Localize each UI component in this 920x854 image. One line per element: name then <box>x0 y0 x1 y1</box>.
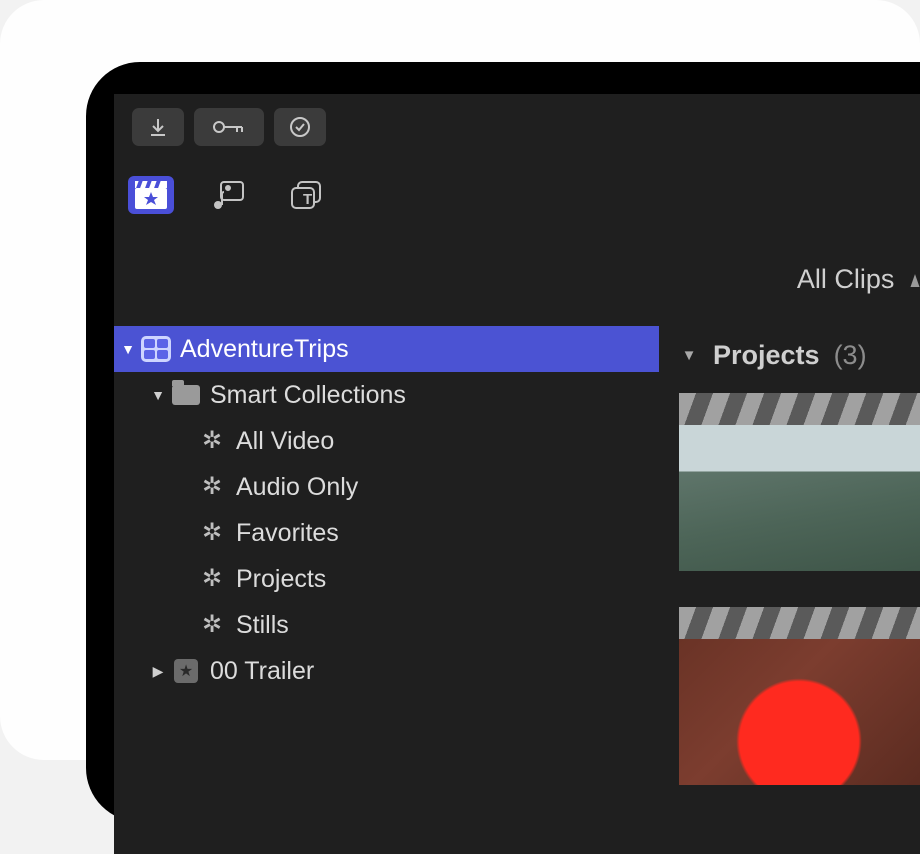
smart-collection-label: Favorites <box>230 519 339 548</box>
gear-icon: ✲ <box>194 429 230 453</box>
gear-icon: ✲ <box>194 475 230 499</box>
event-name-label: 00 Trailer <box>204 657 314 686</box>
background-tasks-button[interactable] <box>274 108 326 146</box>
sidebar-mode-row: T <box>114 146 920 230</box>
disclosure-triangle-icon[interactable]: ▼ <box>679 347 699 364</box>
library-mode-button[interactable] <box>128 176 174 214</box>
title-toolbar <box>114 94 920 146</box>
titles-icon: T <box>289 179 325 211</box>
event-icon: ★ <box>168 659 204 683</box>
smart-collection-row[interactable]: ✲ Audio Only <box>114 464 659 510</box>
gear-icon: ✲ <box>194 521 230 545</box>
smart-collection-row[interactable]: ✲ All Video <box>114 418 659 464</box>
media-note-icon <box>211 179 247 211</box>
project-thumbnail <box>679 425 920 571</box>
disclosure-triangle-icon[interactable]: ▼ <box>148 387 168 403</box>
svg-text:T: T <box>303 191 312 208</box>
smart-collection-row[interactable]: ✲ Favorites <box>114 510 659 556</box>
disclosure-triangle-icon[interactable]: ▼ <box>118 341 138 357</box>
clapperboard-star-icon <box>134 180 168 210</box>
gear-icon: ✲ <box>194 567 230 591</box>
filmstrip-chevron-icon <box>679 393 920 425</box>
library-row[interactable]: ▼ AdventureTrips <box>114 326 659 372</box>
clip-filter-popup[interactable]: All Clips ▲▼ <box>797 264 920 295</box>
titles-generators-mode-button[interactable]: T <box>284 176 330 214</box>
folder-icon <box>168 385 204 405</box>
smart-collection-label: Projects <box>230 565 326 594</box>
browser-section-title: Projects <box>713 340 820 371</box>
gear-icon: ✲ <box>194 613 230 637</box>
browser-header[interactable]: ▼ Projects (3) <box>659 326 920 393</box>
project-thumbnail <box>679 639 920 785</box>
smart-collections-label: Smart Collections <box>204 381 406 410</box>
photos-audio-mode-button[interactable] <box>206 176 252 214</box>
smart-collection-label: Audio Only <box>230 473 358 502</box>
smart-collection-row[interactable]: ✲ Stills <box>114 602 659 648</box>
project-clip[interactable] <box>679 607 920 785</box>
browser-controls: All Clips ▲▼ <box>797 264 920 295</box>
smart-collection-label: Stills <box>230 611 289 640</box>
library-name-label: AdventureTrips <box>174 335 349 364</box>
project-clip[interactable] <box>679 393 920 571</box>
smart-collection-label: All Video <box>230 427 334 456</box>
popup-arrows-icon: ▲▼ <box>908 267 920 293</box>
import-button[interactable] <box>132 108 184 146</box>
event-row[interactable]: ▶ ★ 00 Trailer <box>114 648 659 694</box>
library-icon <box>138 336 174 362</box>
smart-collections-folder-row[interactable]: ▼ Smart Collections <box>114 372 659 418</box>
filmstrip-chevron-icon <box>679 607 920 639</box>
browser-section-count: (3) <box>834 340 867 371</box>
app-screen: T All Clips ▲▼ ▼ Adventur <box>114 94 920 854</box>
keyword-editor-button[interactable] <box>194 108 264 146</box>
clip-filter-label: All Clips <box>797 264 895 295</box>
smart-collection-row[interactable]: ✲ Projects <box>114 556 659 602</box>
disclosure-triangle-icon[interactable]: ▶ <box>148 663 168 680</box>
library-sidebar: ▼ AdventureTrips ▼ Smart Collections ✲ A… <box>114 326 659 694</box>
browser-pane: ▼ Projects (3) <box>659 326 920 821</box>
